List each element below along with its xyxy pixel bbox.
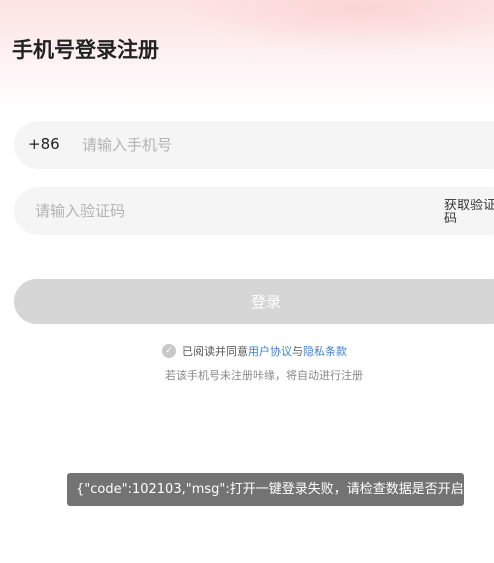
login-button[interactable]: 登录 (14, 279, 494, 324)
agreement-row: ✓ 已阅读并同意 用户协议 与 隐私条款 (162, 343, 347, 359)
phone-input[interactable] (82, 121, 482, 169)
error-toast: {"code":102103,"msg":打开一键登录失败，请检查数据是否开启。… (67, 473, 464, 506)
code-field: 获取验证码 (14, 187, 494, 235)
phone-field: +86 (14, 121, 494, 169)
page-title: 手机号登录注册 (12, 38, 159, 62)
country-code-selector[interactable]: +86 (28, 135, 60, 153)
agreement-and: 与 (292, 345, 303, 358)
user-agreement-link[interactable]: 用户协议 (248, 343, 292, 359)
privacy-link[interactable]: 隐私条款 (303, 343, 347, 359)
check-circle-icon[interactable]: ✓ (162, 344, 176, 358)
auto-register-hint: 若该手机号未注册咔缘，将自动进行注册 (165, 369, 363, 382)
get-code-button[interactable]: 获取验证码 (444, 199, 494, 223)
verification-code-input[interactable] (35, 187, 415, 235)
agreement-prefix: 已阅读并同意 (182, 345, 248, 358)
